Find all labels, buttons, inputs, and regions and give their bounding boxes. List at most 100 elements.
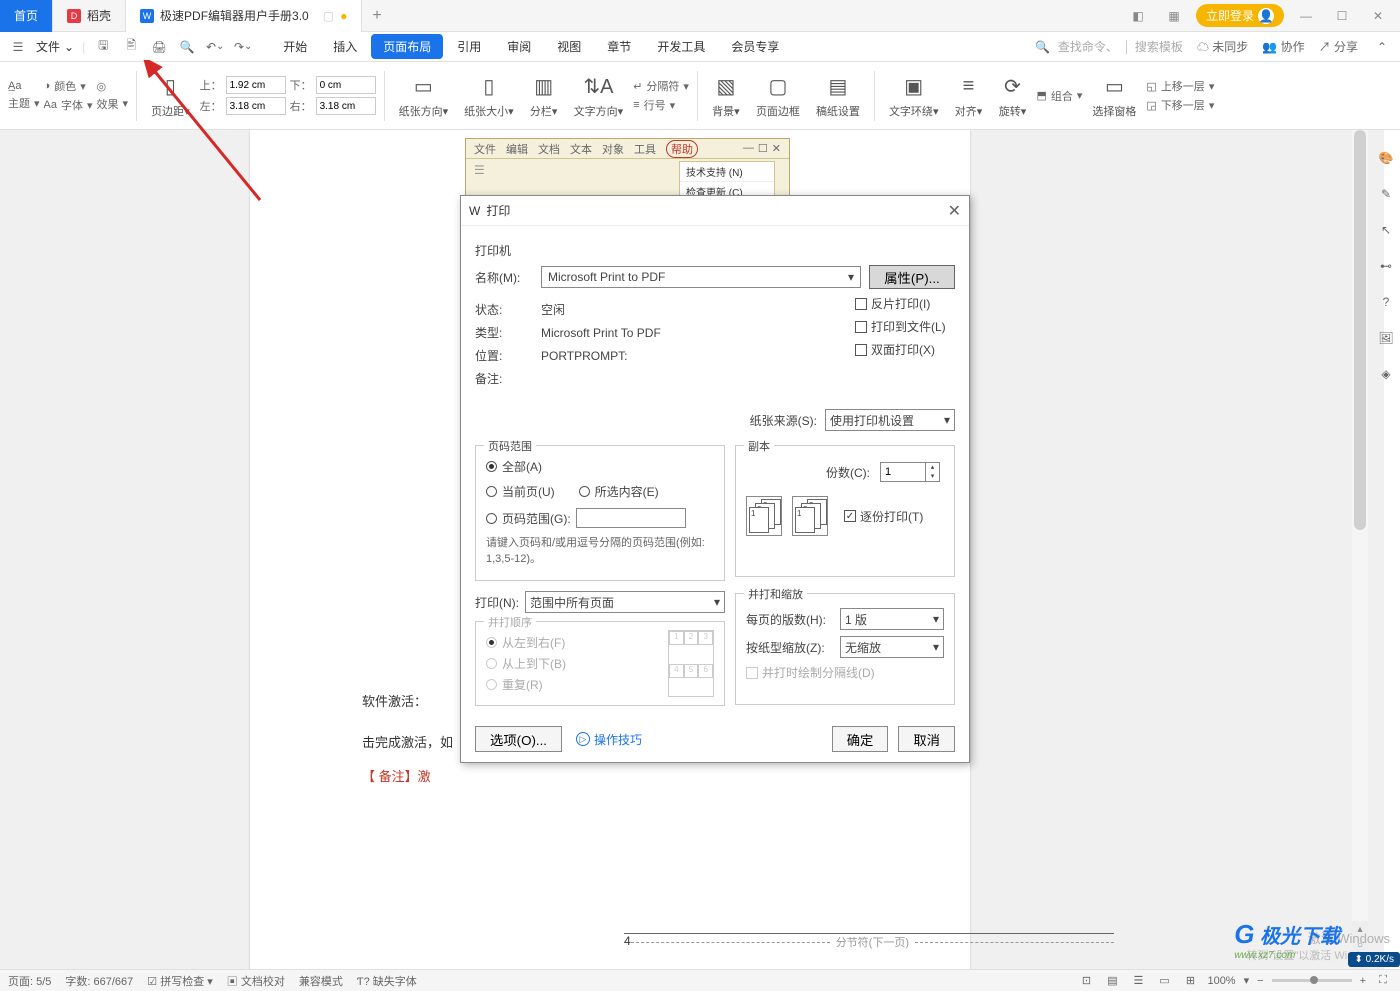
reverse-print-checkbox[interactable]: 反片打印(I): [855, 295, 946, 312]
sync-status[interactable]: ☁ 未同步: [1197, 38, 1248, 55]
orientation-button[interactable]: ▭纸张方向▾: [393, 73, 455, 119]
printer-select[interactable]: Microsoft Print to PDF▾: [541, 266, 861, 288]
menu-开发工具[interactable]: 开发工具: [645, 34, 717, 59]
maximize-button[interactable]: ☐: [1328, 2, 1356, 30]
range-current-radio[interactable]: 当前页(U): [486, 483, 555, 500]
minimize-button[interactable]: —: [1292, 2, 1320, 30]
compat-mode[interactable]: 兼容模式: [299, 973, 343, 989]
range-pages-radio[interactable]: 页码范围(G):: [486, 508, 714, 528]
scrollbar-thumb[interactable]: [1354, 130, 1366, 530]
menu-引用[interactable]: 引用: [445, 34, 493, 59]
tool-highlight-icon[interactable]: ✎: [1368, 176, 1400, 212]
page-range-input[interactable]: [576, 508, 686, 528]
tool-select-icon[interactable]: ↖: [1368, 212, 1400, 248]
selpane-button[interactable]: ▭选择窗格: [1086, 73, 1142, 119]
effect-icon[interactable]: ◎: [97, 80, 129, 93]
new-tab-button[interactable]: +: [362, 7, 391, 25]
menu-开始[interactable]: 开始: [271, 34, 319, 59]
scale-select[interactable]: 无缩放▾: [840, 636, 944, 658]
view-print-icon[interactable]: ▤: [1103, 972, 1121, 990]
search-placeholder-1[interactable]: 查找命令、: [1058, 38, 1118, 55]
group-button[interactable]: ⬒ 组合▾: [1036, 88, 1082, 104]
tool-settings-icon[interactable]: ⊷: [1368, 248, 1400, 284]
manuscript-button[interactable]: ▤稿纸设置: [810, 73, 866, 119]
fitwidth-icon[interactable]: ⊞: [1181, 972, 1199, 990]
pages-per-sheet-select[interactable]: 1 版▾: [840, 608, 944, 630]
preview-icon[interactable]: 🔍: [177, 37, 197, 57]
margin-bottom-input[interactable]: [316, 76, 376, 94]
tool-style-icon[interactable]: 🎨: [1368, 140, 1400, 176]
tips-link[interactable]: ▷操作技巧: [576, 731, 642, 748]
menu-会员专享[interactable]: 会员专享: [719, 34, 791, 59]
wrap-button[interactable]: ▣文字环绕▾: [883, 73, 945, 119]
view-outline-icon[interactable]: ☰: [1129, 972, 1147, 990]
duplex-checkbox[interactable]: 双面打印(X): [855, 341, 946, 358]
margin-right-input[interactable]: [316, 97, 376, 115]
more-icon[interactable]: ⌃: [1372, 37, 1392, 57]
fullscreen-icon[interactable]: ⛶: [1374, 972, 1392, 990]
copies-input[interactable]: ▴▾: [880, 462, 940, 482]
color-button[interactable]: ◑颜色▾: [44, 78, 93, 94]
export-icon[interactable]: 🖹: [121, 37, 141, 57]
collab-button[interactable]: 👥 协作: [1262, 38, 1304, 55]
tab-daoke[interactable]: D稻壳: [53, 0, 126, 32]
breaks-button[interactable]: ↵ 分隔符▾: [633, 78, 689, 94]
view-read-icon[interactable]: ▭: [1155, 972, 1173, 990]
spellcheck-toggle[interactable]: ☑ 拼写检查 ▾: [147, 973, 213, 989]
linenum-button[interactable]: ≡ 行号▾: [633, 97, 689, 113]
menu-视图[interactable]: 视图: [545, 34, 593, 59]
tab-document[interactable]: W 极速PDF编辑器用户手册3.0 ▢ ●: [126, 0, 362, 32]
zoom-out-icon[interactable]: −: [1257, 975, 1263, 987]
close-button[interactable]: ✕: [1364, 2, 1392, 30]
save-icon[interactable]: 🖫: [93, 37, 113, 57]
cancel-button[interactable]: 取消: [898, 726, 955, 752]
align-button[interactable]: ≡对齐▾: [948, 73, 988, 119]
effect-button[interactable]: 效果▾: [97, 96, 129, 112]
paper-source-select[interactable]: 使用打印机设置▾: [825, 409, 955, 431]
hamburger-icon[interactable]: ☰: [8, 37, 28, 57]
margins-button[interactable]: ▯页边距▾: [145, 73, 196, 119]
login-button[interactable]: 立即登录👤: [1196, 4, 1284, 27]
proofread-button[interactable]: ▣ 文档校对: [227, 973, 285, 989]
file-menu[interactable]: 文件⌄: [28, 38, 82, 55]
layout-icon[interactable]: ◧: [1124, 2, 1152, 30]
collate-checkbox[interactable]: 逐份打印(T): [844, 508, 923, 525]
menu-章节[interactable]: 章节: [595, 34, 643, 59]
theme-text-icon[interactable]: A̲a: [8, 80, 21, 92]
tool-tag-icon[interactable]: ◈: [1368, 356, 1400, 392]
margin-top-input[interactable]: [226, 76, 286, 94]
share-button[interactable]: ↗ 分享: [1319, 38, 1358, 55]
bringfront-button[interactable]: ◱ 上移一层▾: [1146, 78, 1214, 94]
print-pages-select[interactable]: 范围中所有页面▾: [525, 591, 725, 613]
textdir-button[interactable]: ⇅A文字方向▾: [568, 73, 630, 119]
tool-help-icon[interactable]: ?: [1368, 284, 1400, 320]
ok-button[interactable]: 确定: [832, 726, 889, 752]
columns-button[interactable]: ▥分栏▾: [524, 73, 564, 119]
tab-home[interactable]: 首页: [0, 0, 53, 32]
view-web-icon[interactable]: ⊡: [1077, 972, 1095, 990]
pageborder-button[interactable]: ▢页面边框: [750, 73, 806, 119]
options-button[interactable]: 选项(O)...: [475, 726, 562, 752]
page-indicator[interactable]: 页面: 5/5: [8, 973, 51, 989]
print-to-file-checkbox[interactable]: 打印到文件(L): [855, 318, 946, 335]
range-selection-radio[interactable]: 所选内容(E): [579, 483, 659, 500]
theme-button[interactable]: 主题: [8, 95, 30, 111]
tab-menu-icon[interactable]: ▢: [323, 9, 334, 23]
redo-icon[interactable]: ↷⌄: [233, 37, 253, 57]
search-placeholder-2[interactable]: 搜索模板: [1135, 38, 1183, 55]
zoom-slider[interactable]: [1272, 979, 1352, 982]
word-count[interactable]: 字数: 667/667: [65, 973, 133, 989]
missing-font[interactable]: Ƭ? 缺失字体: [357, 973, 417, 989]
apps-icon[interactable]: ▦: [1160, 2, 1188, 30]
print-icon[interactable]: 🖨: [149, 37, 169, 57]
rotate-button[interactable]: ⟳旋转▾: [992, 73, 1032, 119]
close-icon[interactable]: ✕: [948, 201, 961, 221]
range-all-radio[interactable]: 全部(A): [486, 458, 714, 475]
properties-button[interactable]: 属性(P)...: [869, 265, 955, 289]
search-icon[interactable]: 🔍: [1035, 40, 1050, 54]
zoom-in-icon[interactable]: +: [1360, 975, 1366, 987]
undo-icon[interactable]: ↶⌄: [205, 37, 225, 57]
margin-left-input[interactable]: [226, 97, 286, 115]
tool-image-icon[interactable]: 🖼: [1368, 320, 1400, 356]
menu-页面布局[interactable]: 页面布局: [371, 34, 443, 59]
